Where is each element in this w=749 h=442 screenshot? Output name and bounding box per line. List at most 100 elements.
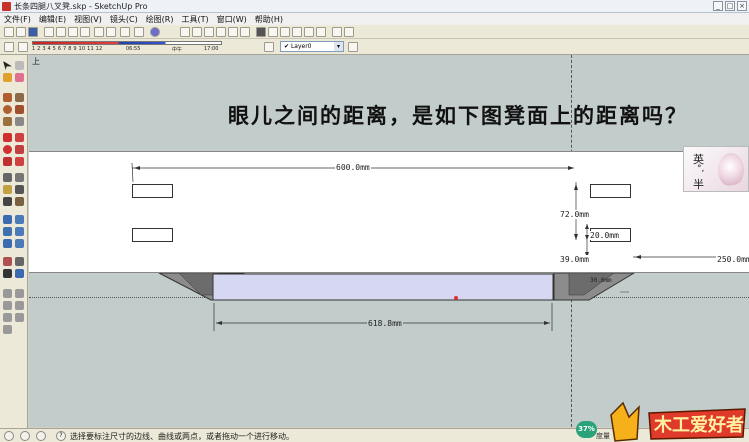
layer-select[interactable]: ✔ Layer0 ▾	[280, 41, 344, 52]
section-display-icon[interactable]	[344, 27, 354, 37]
menu-draw[interactable]: 绘图(R)	[142, 13, 178, 25]
section-plane-tool-icon[interactable]	[15, 269, 24, 278]
eraser-icon[interactable]	[15, 73, 24, 82]
menu-window[interactable]: 窗口(W)	[213, 13, 251, 25]
orbit-icon[interactable]	[3, 215, 12, 224]
component-icon[interactable]	[15, 61, 24, 70]
wireframe-icon[interactable]	[268, 27, 278, 37]
layer-color-icon[interactable]	[348, 42, 358, 52]
section-plane-icon[interactable]	[332, 27, 342, 37]
geolocation-icon[interactable]	[4, 431, 14, 441]
front-view-icon[interactable]	[204, 27, 214, 37]
protractor-icon[interactable]	[3, 185, 12, 194]
sandbox-icon-7[interactable]	[3, 325, 12, 334]
sandbox-icon-6[interactable]	[15, 313, 24, 322]
model-info-icon[interactable]	[134, 27, 144, 37]
shadow-settings-icon[interactable]	[4, 42, 14, 52]
pan-icon[interactable]	[15, 215, 24, 224]
redo-icon[interactable]	[106, 27, 116, 37]
paint-bucket-icon[interactable]	[3, 73, 12, 82]
dim-offset-250[interactable]: 250.0mm	[716, 255, 749, 264]
open-file-icon[interactable]	[16, 27, 26, 37]
scale-icon[interactable]	[3, 157, 12, 166]
previous-view-icon[interactable]	[15, 239, 24, 248]
dim-small[interactable]: 30.0mm	[589, 277, 613, 284]
save-icon[interactable]	[28, 27, 38, 37]
sandbox-icon-2[interactable]	[15, 289, 24, 298]
cut-icon[interactable]	[44, 27, 54, 37]
dim-offset-39[interactable]: 39.0mm	[559, 255, 590, 264]
print-icon[interactable]	[120, 27, 130, 37]
line-icon[interactable]	[15, 93, 24, 102]
look-around-icon[interactable]	[15, 257, 24, 266]
menu-help[interactable]: 帮助(H)	[251, 13, 287, 25]
ime-status-widget[interactable]: 英 °, 半	[683, 146, 749, 192]
dim-bottom-length[interactable]: 618.8mm	[367, 319, 403, 328]
zoom-window-icon[interactable]	[15, 227, 24, 236]
minimize-button[interactable]: _	[713, 1, 723, 11]
menu-view[interactable]: 视图(V)	[70, 13, 106, 25]
rotate-icon[interactable]	[3, 145, 12, 154]
circle-icon[interactable]	[3, 105, 12, 114]
shadow-time-slider[interactable]: 1 2 3 4 5 6 7 8 9 10 11 12 06:55 中午 17:0…	[32, 41, 222, 54]
ime-punctuation-mode[interactable]: °,	[697, 164, 704, 174]
menu-edit[interactable]: 编辑(E)	[35, 13, 70, 25]
menu-tools[interactable]: 工具(T)	[178, 13, 213, 25]
monochrome-icon[interactable]	[316, 27, 326, 37]
ime-width-mode[interactable]: 半	[693, 176, 704, 192]
shadow-toggle-icon[interactable]	[18, 42, 28, 52]
layer-dropdown-icon[interactable]: ▾	[334, 42, 343, 51]
freehand-icon[interactable]	[15, 117, 24, 126]
3d-text-icon[interactable]	[15, 197, 24, 206]
arc-icon[interactable]	[15, 105, 24, 114]
xray-icon[interactable]	[256, 27, 266, 37]
sandbox-icon-5[interactable]	[3, 313, 12, 322]
undo-icon[interactable]	[94, 27, 104, 37]
rectangle-icon[interactable]	[3, 93, 12, 102]
zoom-extents-icon[interactable]	[3, 239, 12, 248]
polygon-icon[interactable]	[3, 117, 12, 126]
dimension-icon[interactable]	[15, 173, 24, 182]
shaded-icon[interactable]	[292, 27, 302, 37]
copy-icon[interactable]	[56, 27, 66, 37]
help-globe-icon[interactable]	[150, 27, 160, 37]
dim-hole-20[interactable]: 20.0mm	[589, 231, 620, 240]
right-view-icon[interactable]	[216, 27, 226, 37]
shadow-slider-track[interactable]	[32, 41, 222, 45]
close-button[interactable]: ×	[737, 1, 747, 11]
shaded-textures-icon[interactable]	[304, 27, 314, 37]
credits-icon[interactable]	[20, 431, 30, 441]
maximize-button[interactable]: □	[725, 1, 735, 11]
sandbox-icon-3[interactable]	[3, 301, 12, 310]
sign-in-icon[interactable]	[36, 431, 46, 441]
sandbox-icon-1[interactable]	[3, 289, 12, 298]
text-icon[interactable]	[15, 185, 24, 194]
select-icon[interactable]	[3, 61, 12, 70]
dim-top-length[interactable]: 600.0mm	[335, 163, 371, 172]
main-toolbar	[0, 25, 749, 39]
axes-icon[interactable]	[3, 197, 12, 206]
move-icon[interactable]	[3, 133, 12, 142]
layer-manager-icon[interactable]	[264, 42, 274, 52]
offset-icon[interactable]	[15, 157, 24, 166]
tape-measure-icon[interactable]	[3, 173, 12, 182]
drawing-viewport[interactable]: 上 600.0mm 72.0mm 20.0mm 39.0mm 250.0mm 3…	[29, 55, 749, 427]
menu-camera[interactable]: 镜头(C)	[106, 13, 142, 25]
position-camera-icon[interactable]	[3, 257, 12, 266]
iso-view-icon[interactable]	[180, 27, 190, 37]
hidden-line-icon[interactable]	[280, 27, 290, 37]
instructor-help-icon[interactable]: ?	[56, 431, 66, 441]
follow-me-icon[interactable]	[15, 145, 24, 154]
top-view-icon[interactable]	[192, 27, 202, 37]
paste-icon[interactable]	[68, 27, 78, 37]
push-pull-icon[interactable]	[15, 133, 24, 142]
walk-icon[interactable]	[3, 269, 12, 278]
left-view-icon[interactable]	[240, 27, 250, 37]
dim-height-72[interactable]: 72.0mm	[559, 210, 590, 219]
erase-icon[interactable]	[80, 27, 90, 37]
zoom-icon[interactable]	[3, 227, 12, 236]
back-view-icon[interactable]	[228, 27, 238, 37]
new-file-icon[interactable]	[4, 27, 14, 37]
sandbox-icon-4[interactable]	[15, 301, 24, 310]
menu-file[interactable]: 文件(F)	[0, 13, 35, 25]
